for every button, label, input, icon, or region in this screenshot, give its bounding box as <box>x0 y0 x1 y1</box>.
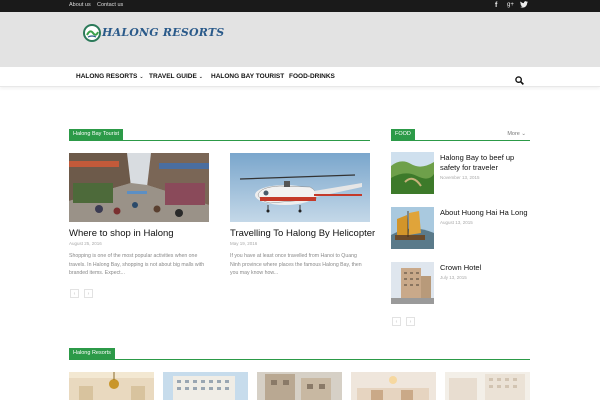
resort-thumbnail[interactable] <box>445 372 530 400</box>
more-dropdown[interactable]: More ⌄ <box>507 131 526 137</box>
food-post-title[interactable]: About Huong Hai Ha Long <box>440 208 530 218</box>
twitter-icon[interactable] <box>520 1 528 11</box>
post-title[interactable]: Where to shop in Halong <box>69 228 174 239</box>
next-page-button[interactable]: › <box>84 289 93 298</box>
food-post-date: July 13, 2015 <box>440 275 467 280</box>
logo-globe-icon <box>83 24 101 42</box>
food-post-image[interactable] <box>391 152 434 194</box>
section-title[interactable]: Halong Bay Tourist <box>69 129 124 140</box>
nav-halong-bay-tourist[interactable]: HALONG BAY TOURIST <box>211 73 284 80</box>
nav-halong-resorts[interactable]: HALONG RESORTS ⌄ <box>76 73 144 80</box>
chevron-down-icon: ⌄ <box>198 74 203 80</box>
post-excerpt: Shopping is one of the most popular acti… <box>69 253 205 276</box>
resort-thumbnail[interactable] <box>69 372 154 400</box>
food-post-date: November 13, 2015 <box>440 175 480 180</box>
chevron-down-icon: ⌄ <box>521 131 526 137</box>
nav-food-drinks[interactable]: FOOD-DRINKS <box>289 73 335 80</box>
google-plus-icon[interactable]: g+ <box>507 1 514 10</box>
about-us-link[interactable]: About us <box>69 2 91 8</box>
section-title[interactable]: Halong Resorts <box>69 348 115 359</box>
facebook-icon[interactable]: f <box>495 1 497 10</box>
food-post-title[interactable]: Crown Hotel <box>440 263 530 273</box>
resort-thumbnail[interactable] <box>351 372 436 400</box>
nav-label: TRAVEL GUIDE <box>149 73 197 80</box>
search-icon[interactable] <box>515 72 524 90</box>
food-post-image[interactable] <box>391 262 434 304</box>
post-date: August 25, 2016 <box>69 241 102 246</box>
more-label: More <box>507 131 520 137</box>
food-post-date: August 13, 2015 <box>440 220 473 225</box>
post-image-helicopter[interactable] <box>230 153 370 222</box>
site-logo[interactable]: HALONG RESORTS <box>82 23 224 51</box>
post-title[interactable]: Travelling To Halong By Helicopter <box>230 228 375 239</box>
post-image-shopping[interactable] <box>69 153 209 222</box>
contact-us-link[interactable]: Contact us <box>97 2 123 8</box>
post-excerpt: If you have at least once travelled from… <box>230 253 362 276</box>
next-page-button[interactable]: › <box>406 317 415 326</box>
post-date: May 19, 2016 <box>230 241 258 246</box>
prev-page-button[interactable]: ‹ <box>392 317 401 326</box>
logo-text: HALONG RESORTS <box>102 26 225 39</box>
section-header-resorts: Halong Resorts <box>69 348 530 360</box>
resort-thumbnail[interactable] <box>163 372 248 400</box>
top-bar: About us Contact us f g+ <box>0 0 600 12</box>
prev-page-button[interactable]: ‹ <box>70 289 79 298</box>
food-post-image[interactable] <box>391 207 434 249</box>
chevron-down-icon: ⌄ <box>139 74 144 80</box>
section-title[interactable]: FOOD <box>391 129 415 140</box>
section-header-food: FOOD More ⌄ <box>391 129 530 141</box>
food-post-title[interactable]: Halong Bay to beef up safety for travele… <box>440 153 530 173</box>
nav-label: HALONG RESORTS <box>76 73 138 80</box>
nav-travel-guide[interactable]: TRAVEL GUIDE ⌄ <box>149 73 203 80</box>
section-header-tourist: Halong Bay Tourist <box>69 129 370 141</box>
resort-thumbnail[interactable] <box>257 372 342 400</box>
